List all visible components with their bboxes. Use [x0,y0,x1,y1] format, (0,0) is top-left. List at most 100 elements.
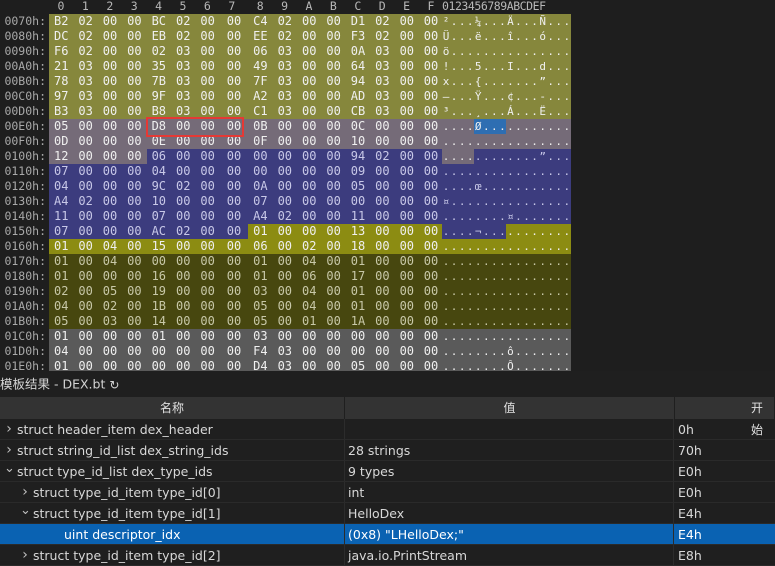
ascii-char[interactable]: . [482,164,491,179]
hex-byte[interactable]: 00 [419,254,443,269]
hex-byte[interactable]: 03 [73,89,98,104]
hex-byte[interactable]: 03 [272,59,297,74]
hex-byte[interactable]: 00 [195,179,220,194]
hex-byte[interactable]: 00 [97,29,123,44]
ascii-char[interactable]: . [562,149,571,164]
hex-byte[interactable]: 02 [73,44,98,59]
hex-byte[interactable]: 12 [49,149,74,164]
hex-row[interactable]: 0080h: DC 02 00 00 EB 02 00 00 EE 02 00 00 F3 02 00 00 Ü.… [0,29,775,44]
ascii-char[interactable]: . [546,44,555,59]
ascii-char[interactable]: . [530,209,539,224]
hex-byte[interactable]: 01 [345,284,371,299]
ascii-char[interactable]: . [530,254,539,269]
ascii-char[interactable]: . [546,239,555,254]
hex-byte[interactable]: 04 [97,239,123,254]
hex-row[interactable]: 0190h: 02 00 05 00 19 00 00 00 03 00 04 00 01 00 00 00..… [0,284,775,299]
hex-row[interactable]: 0100h: 12 00 00 00 06 00 00 00 00 00 00 00 94 02 00 00..… [0,149,775,164]
ascii-char[interactable]: . [506,299,515,314]
ascii-char[interactable]: . [474,194,483,209]
ascii-char[interactable]: . [562,224,571,239]
ascii-char[interactable]: . [490,164,499,179]
hex-byte[interactable]: 00 [97,74,123,89]
hex-byte[interactable]: 00 [122,299,147,314]
ascii-char[interactable]: ” [538,149,547,164]
hex-byte[interactable]: D4 [248,359,273,371]
ascii-char[interactable]: . [530,344,539,359]
hex-byte[interactable]: 00 [248,149,273,164]
ascii-char[interactable]: . [482,29,491,44]
ascii-char[interactable]: . [450,284,459,299]
ascii-char[interactable]: . [514,89,523,104]
ascii-char[interactable]: . [450,224,459,239]
ascii-char[interactable]: . [450,254,459,269]
ascii-char[interactable]: . [442,209,451,224]
ascii-char[interactable]: . [506,44,515,59]
ascii-char[interactable]: . [498,149,507,164]
ascii-char[interactable]: . [466,344,475,359]
hex-byte[interactable]: 05 [97,284,123,299]
ascii-char[interactable]: . [522,74,531,89]
hex-byte[interactable]: 0F [248,134,273,149]
ascii-char[interactable]: . [538,299,547,314]
hex-byte[interactable]: 00 [394,164,419,179]
ascii-char[interactable]: . [474,344,483,359]
ascii-char[interactable]: . [474,314,483,329]
ascii-char[interactable]: . [490,209,499,224]
hex-byte[interactable]: 00 [171,209,196,224]
hex-byte[interactable]: 00 [195,14,220,29]
hex-byte[interactable]: 00 [171,359,196,371]
ascii-char[interactable]: . [506,314,515,329]
hex-byte[interactable]: 00 [219,44,249,59]
hex-byte[interactable]: 04 [297,284,322,299]
hex-byte[interactable]: 02 [73,14,98,29]
ascii-char[interactable]: . [450,269,459,284]
hex-byte[interactable]: 03 [97,314,123,329]
ascii-char[interactable]: . [498,329,507,344]
hex-row[interactable]: 01D0h: 04 00 00 00 00 00 00 00 F4 03 00 00 00 00 00 00..… [0,344,775,359]
hex-byte[interactable]: 97 [49,89,74,104]
ascii-char[interactable]: . [474,209,483,224]
ascii-char[interactable]: . [546,194,555,209]
ascii-char[interactable]: . [554,29,563,44]
ascii-char[interactable]: . [530,224,539,239]
hex-byte[interactable]: 00 [219,329,249,344]
ascii-char[interactable]: Ü [442,29,451,44]
ascii-char[interactable]: . [442,359,451,371]
hex-byte[interactable]: 00 [321,59,346,74]
ascii-char[interactable]: . [554,149,563,164]
hex-byte[interactable]: 00 [219,224,249,239]
hex-byte[interactable]: 03 [370,59,395,74]
chevron-right-icon[interactable]: › [4,440,14,461]
hex-byte[interactable]: D1 [345,14,371,29]
hex-byte[interactable]: 00 [321,179,346,194]
ascii-char[interactable]: . [554,179,563,194]
ascii-char[interactable]: . [498,224,507,239]
hex-byte[interactable]: 00 [97,164,123,179]
ascii-char[interactable]: . [546,224,555,239]
hex-byte[interactable]: 00 [370,209,395,224]
hex-byte[interactable]: 02 [97,299,123,314]
ascii-char[interactable]: Ë [538,104,547,119]
hex-byte[interactable]: 00 [146,254,171,269]
hex-byte[interactable]: 00 [122,284,147,299]
hex-byte[interactable]: 01 [49,239,74,254]
hex-byte[interactable]: 00 [370,254,395,269]
hex-byte[interactable]: 00 [272,329,297,344]
hex-byte[interactable]: 00 [321,134,346,149]
hex-byte[interactable]: 00 [73,179,98,194]
hex-byte[interactable]: 01 [49,359,74,371]
ascii-char[interactable]: . [522,89,531,104]
ascii-char[interactable]: . [482,74,491,89]
ascii-char[interactable]: . [442,329,451,344]
hex-byte[interactable]: F4 [248,344,273,359]
ascii-char[interactable]: . [530,164,539,179]
hex-byte[interactable]: 00 [321,164,346,179]
hex-byte[interactable]: 00 [394,254,419,269]
hex-byte[interactable]: 03 [272,344,297,359]
ascii-char[interactable]: . [554,44,563,59]
ascii-char[interactable]: . [442,344,451,359]
ascii-char[interactable]: . [514,284,523,299]
hex-byte[interactable]: 00 [219,14,249,29]
hex-byte[interactable]: 05 [345,179,371,194]
ascii-char[interactable]: . [490,104,499,119]
